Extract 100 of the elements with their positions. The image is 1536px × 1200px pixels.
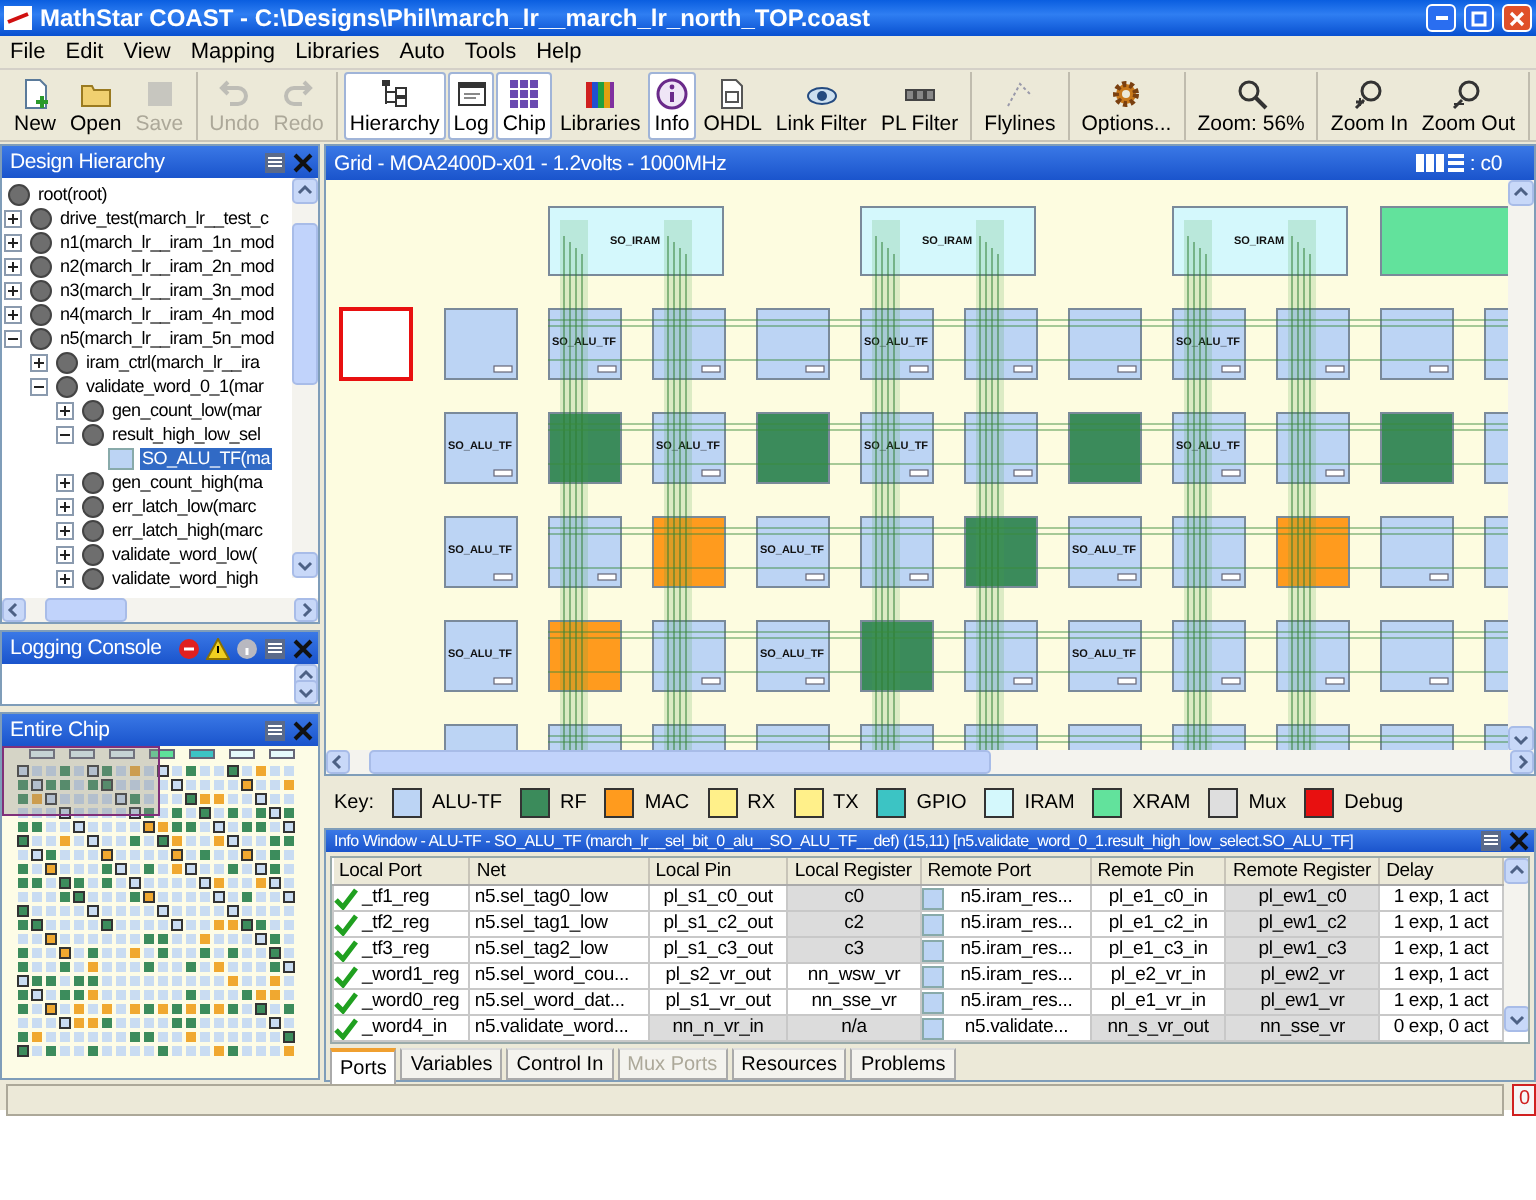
close-icon[interactable] — [292, 151, 314, 173]
restore-icon[interactable] — [264, 151, 286, 173]
tree-item[interactable]: gen_count_low(mar — [110, 399, 264, 421]
menu-item[interactable]: Mapping — [180, 40, 286, 64]
collapse-icon[interactable] — [4, 329, 22, 347]
tree-item[interactable]: validate_word_high — [110, 567, 261, 589]
tree-item[interactable]: n3(march_lr__iram_3n_mod — [58, 279, 277, 301]
menu-item[interactable]: File — [0, 40, 56, 64]
column-header[interactable]: Local Register — [787, 858, 921, 885]
tab[interactable]: Problems — [850, 1048, 956, 1080]
zoom-out-button[interactable]: Zoom Out — [1415, 72, 1522, 140]
tab[interactable]: Ports — [330, 1048, 397, 1084]
column-header[interactable]: Delay — [1379, 858, 1503, 885]
vertical-scrollbar[interactable] — [292, 178, 318, 578]
rf-tile[interactable] — [756, 412, 830, 484]
tree-item[interactable]: n5(march_lr__iram_5n_mod — [58, 327, 277, 349]
expand-icon[interactable] — [4, 281, 22, 299]
column-header[interactable]: Remote Port — [920, 858, 1091, 885]
column-header[interactable]: Local Pin — [648, 858, 788, 885]
tree-item[interactable]: root(root) — [36, 183, 110, 205]
restore-icon[interactable] — [264, 719, 286, 741]
alu-tile[interactable] — [1068, 620, 1142, 692]
expand-icon[interactable] — [30, 353, 48, 371]
column-header[interactable]: Remote Pin — [1090, 858, 1226, 885]
expand-icon[interactable] — [4, 257, 22, 275]
expand-icon[interactable] — [56, 545, 74, 563]
column-header[interactable]: Net — [469, 858, 649, 885]
info-icon[interactable] — [236, 637, 258, 659]
close-icon[interactable] — [292, 637, 314, 659]
iram-tile[interactable] — [860, 206, 1036, 276]
alu-tile[interactable] — [1380, 308, 1454, 380]
log-button[interactable]: Log — [447, 72, 495, 140]
expand-icon[interactable] — [4, 233, 22, 251]
expand-icon[interactable] — [56, 521, 74, 539]
expand-icon[interactable] — [4, 305, 22, 323]
vertical-scrollbar[interactable] — [294, 664, 318, 704]
close-icon[interactable] — [292, 719, 314, 741]
rf-tile[interactable] — [1380, 412, 1454, 484]
chip-map-drawing[interactable] — [17, 749, 295, 1057]
collapse-icon[interactable] — [56, 425, 74, 443]
warning-icon[interactable] — [206, 637, 230, 659]
menu-item[interactable]: Help — [526, 40, 592, 64]
tree-item[interactable]: err_latch_low(marc — [110, 495, 259, 517]
menu-item[interactable]: Libraries — [285, 40, 390, 64]
minimize-button[interactable] — [1426, 4, 1456, 32]
tree-item[interactable]: result_high_low_sel — [110, 423, 263, 445]
tree-item[interactable]: err_latch_high(marc — [110, 519, 265, 541]
debug-tile[interactable] — [339, 307, 413, 381]
tab[interactable]: Resources — [731, 1048, 847, 1080]
column-header[interactable]: Local Port — [333, 858, 470, 885]
alu-tile[interactable] — [444, 516, 518, 588]
tree-item[interactable]: drive_test(march_lr__test_c — [58, 207, 271, 229]
restore-icon[interactable] — [264, 637, 286, 659]
expand-icon[interactable] — [56, 497, 74, 515]
expand-icon[interactable] — [56, 401, 74, 419]
tab[interactable]: Variables — [400, 1048, 503, 1080]
expand-icon[interactable] — [4, 209, 22, 227]
restore-icon[interactable] — [1480, 830, 1502, 852]
ohdl-button[interactable]: OHDL — [697, 72, 768, 140]
column-header[interactable]: Remote Register — [1225, 858, 1380, 885]
menu-item[interactable]: Tools — [454, 40, 527, 64]
new-button[interactable]: New — [8, 72, 63, 140]
rf-tile[interactable] — [1068, 412, 1142, 484]
collapse-icon[interactable] — [30, 377, 48, 395]
vertical-scrollbar[interactable] — [1508, 180, 1534, 752]
expand-icon[interactable] — [56, 569, 74, 587]
tab[interactable]: Control In — [506, 1048, 614, 1080]
tree-item[interactable]: validate_word_low( — [110, 543, 260, 565]
libraries-button[interactable]: Libraries — [553, 72, 647, 140]
close-icon[interactable] — [1508, 830, 1530, 852]
flylines-button[interactable]: Flylines — [978, 72, 1062, 140]
alu-tile[interactable] — [444, 412, 518, 484]
zoom-button[interactable]: Zoom: 56% — [1191, 72, 1311, 140]
viewport-frame[interactable] — [2, 746, 160, 816]
link-filter-button[interactable]: Link Filter — [769, 72, 873, 140]
tree-item[interactable]: SO_ALU_TF(ma — [140, 447, 273, 469]
close-button[interactable] — [1502, 4, 1532, 32]
tree-item[interactable]: n1(march_lr__iram_1n_mod — [58, 231, 277, 253]
vertical-scrollbar[interactable] — [1503, 858, 1528, 1032]
menu-item[interactable]: View — [113, 40, 181, 64]
chip-button[interactable]: Chip — [496, 72, 552, 140]
xram-tile[interactable] — [1380, 206, 1508, 276]
info-button[interactable]: Info — [648, 72, 696, 140]
horizontal-scrollbar[interactable] — [326, 750, 1534, 774]
alu-tile[interactable] — [1068, 308, 1142, 380]
menu-item[interactable]: Auto — [389, 40, 455, 64]
maximize-button[interactable] — [1464, 4, 1494, 32]
expand-icon[interactable] — [56, 473, 74, 491]
alu-tile[interactable] — [1380, 620, 1454, 692]
options-button[interactable]: Options... — [1075, 72, 1178, 140]
pl-filter-button[interactable]: PL Filter — [874, 72, 965, 140]
alu-tile[interactable] — [756, 620, 830, 692]
tree-item[interactable]: iram_ctrl(march_lr__ira — [84, 351, 262, 373]
open-button[interactable]: Open — [64, 72, 128, 140]
iram-tile[interactable] — [548, 206, 724, 276]
zoom-in-button[interactable]: Zoom In — [1324, 72, 1414, 140]
alu-tile[interactable] — [1380, 516, 1454, 588]
alu-tile[interactable] — [756, 308, 830, 380]
alu-tile[interactable] — [444, 308, 518, 380]
tree-item[interactable]: n2(march_lr__iram_2n_mod — [58, 255, 277, 277]
